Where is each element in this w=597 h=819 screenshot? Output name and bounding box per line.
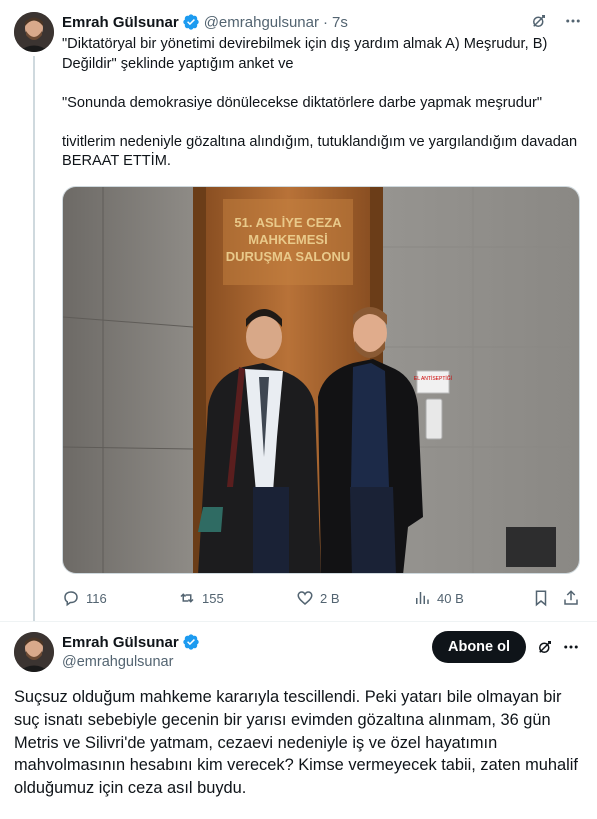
tweet-header: Emrah Gülsunar @emrahgulsunar · 7s bbox=[62, 12, 348, 32]
divider bbox=[0, 621, 597, 622]
sign-text: DURUŞMA SALONU bbox=[226, 249, 350, 264]
share-icon bbox=[564, 590, 578, 605]
wall-label: EL ANTİSEPTİĞİ bbox=[414, 375, 452, 382]
grok-icon[interactable] bbox=[529, 11, 549, 31]
timestamp[interactable]: 7s bbox=[332, 14, 348, 31]
views-chart-icon bbox=[416, 592, 429, 604]
more-icon[interactable] bbox=[563, 11, 583, 31]
post-header: Emrah Gülsunar @emrahgulsunar bbox=[62, 632, 200, 670]
more-icon[interactable] bbox=[561, 637, 581, 657]
author-name[interactable]: Emrah Gülsunar bbox=[62, 634, 179, 651]
verified-badge-icon bbox=[182, 13, 200, 31]
verified-badge-icon bbox=[182, 633, 200, 651]
reply-button[interactable]: 116 bbox=[62, 586, 107, 610]
tweet-paragraph: tivitlerim nedeniyle gözaltına alındığım… bbox=[62, 133, 578, 170]
post-text: Suçsuz olduğum mahkeme kararıyla tescill… bbox=[14, 688, 578, 798]
like-button[interactable]: 2 B bbox=[296, 586, 340, 610]
tweet-paragraph: "Diktatöryal bir yönetimi devirebilmek i… bbox=[62, 36, 548, 72]
repost-count: 155 bbox=[202, 590, 224, 606]
avatar[interactable] bbox=[14, 632, 54, 672]
thread-connector-line bbox=[33, 56, 35, 622]
avatar[interactable] bbox=[14, 12, 54, 52]
sign-text: 51. ASLİYE CEZA bbox=[234, 215, 342, 230]
tweet-text: "Diktatöryal bir yönetimi devirebilmek i… bbox=[62, 35, 582, 172]
bookmark-icon bbox=[535, 590, 547, 607]
reply-icon bbox=[64, 591, 78, 607]
heart-icon bbox=[297, 591, 313, 605]
bookmark-button[interactable] bbox=[532, 586, 550, 610]
sign-text: MAHKEMESİ bbox=[248, 232, 327, 247]
like-count: 2 B bbox=[320, 590, 340, 606]
share-button[interactable] bbox=[562, 586, 580, 610]
repost-icon bbox=[180, 593, 194, 603]
tweet-paragraph: "Sonunda demokrasiye dönülecekse diktatö… bbox=[62, 94, 543, 111]
views-button[interactable]: 40 B bbox=[413, 586, 464, 610]
tweet-actions: 116 155 2 B 40 B bbox=[62, 586, 582, 610]
author-handle[interactable]: @emrahgulsunar bbox=[62, 654, 200, 670]
views-count: 40 B bbox=[437, 590, 464, 606]
tweet-photo[interactable]: 51. ASLİYE CEZA MAHKEMESİ DURUŞMA SALONU… bbox=[62, 186, 580, 574]
repost-button[interactable]: 155 bbox=[178, 586, 224, 610]
reply-count: 116 bbox=[86, 590, 107, 606]
author-name[interactable]: Emrah Gülsunar bbox=[62, 14, 179, 31]
separator-dot: · bbox=[323, 13, 328, 31]
quoted-thread-tweet[interactable]: Emrah Gülsunar @emrahgulsunar · 7s "Dikt… bbox=[0, 0, 597, 622]
author-handle[interactable]: @emrahgulsunar bbox=[204, 14, 319, 31]
follow-button[interactable]: Abone ol bbox=[432, 631, 526, 663]
grok-icon[interactable] bbox=[535, 637, 555, 657]
